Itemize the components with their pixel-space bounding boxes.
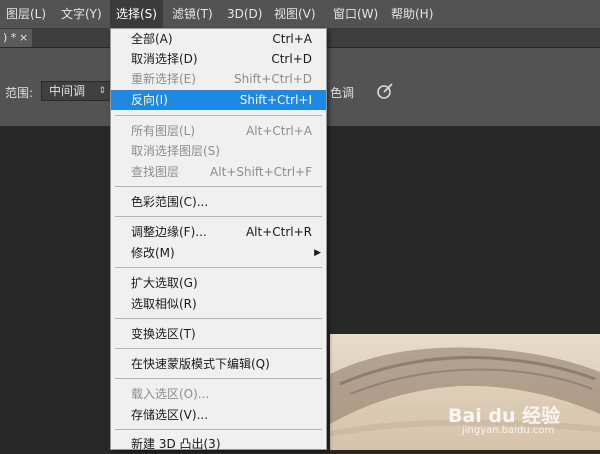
menu-item-label: 变换选区(T)	[131, 327, 196, 341]
menu-item-all-layers[interactable]: 所有图层(L) Alt+Ctrl+A	[111, 121, 326, 141]
menu-separator	[115, 348, 322, 349]
menu-item-similar[interactable]: 选取相似(R)	[111, 294, 326, 314]
menu-view[interactable]: 视图(V)	[268, 0, 322, 28]
menu-item-shortcut: Ctrl+A	[272, 32, 312, 46]
menu-item-shortcut: Shift+Ctrl+I	[239, 93, 312, 107]
menu-window[interactable]: 窗口(W)	[327, 0, 384, 28]
menu-item-label: 调整边缘(F)...	[131, 225, 207, 239]
menu-item-inverse[interactable]: 反向(I) Shift+Ctrl+I	[111, 90, 326, 110]
menu-separator	[115, 216, 322, 217]
menu-item-deselect-layers[interactable]: 取消选择图层(S)	[111, 141, 326, 161]
menu-bar: 图层(L) 文字(Y) 选择(S) 滤镜(T) 3D(D) 视图(V) 窗口(W…	[0, 0, 600, 29]
watermark-url: jingyan.baidu.com	[462, 425, 555, 436]
options-tail-text: 色调	[330, 86, 355, 100]
submenu-arrow-icon: ▶	[314, 248, 321, 258]
menu-item-shortcut: Ctrl+D	[271, 52, 312, 66]
close-icon[interactable]: ×	[19, 29, 28, 47]
menu-item-label: 存储选区(V)...	[131, 408, 209, 422]
menu-item-label: 查找图层	[131, 165, 180, 179]
menu-help[interactable]: 帮助(H)	[385, 0, 439, 28]
brush-pressure-icon[interactable]	[375, 81, 395, 101]
menu-item-label: 反向(I)	[131, 93, 168, 107]
menu-separator	[115, 115, 322, 116]
menu-item-deselect[interactable]: 取消选择(D) Ctrl+D	[111, 49, 326, 69]
menu-item-find-layers[interactable]: 查找图层 Alt+Shift+Ctrl+F	[111, 162, 326, 182]
menu-separator	[115, 429, 322, 430]
menu-item-modify[interactable]: 修改(M) ▶	[111, 243, 326, 263]
watermark-logo: Bai du 经验	[448, 405, 561, 427]
menu-item-label: 载入选区(O)...	[131, 387, 210, 401]
menu-item-label: 扩大选取(G)	[131, 276, 198, 290]
menu-item-label: 在快速蒙版模式下编辑(Q)	[131, 357, 270, 371]
menu-item-label: 全部(A)	[131, 32, 173, 46]
menu-3d[interactable]: 3D(D)	[221, 0, 268, 28]
select-arrows-icon: ⇕	[98, 86, 106, 96]
menu-select[interactable]: 选择(S)	[110, 0, 163, 28]
menu-layer[interactable]: 图层(L)	[0, 0, 52, 28]
menu-item-color-range[interactable]: 色彩范围(C)...	[111, 192, 326, 212]
range-value: 中间调	[49, 84, 86, 98]
select-menu-dropdown: 全部(A) Ctrl+A 取消选择(D) Ctrl+D 重新选择(E) Shif…	[110, 28, 327, 451]
menu-item-label: 重新选择(E)	[131, 72, 196, 86]
range-select[interactable]: 中间调 ⇕	[41, 81, 111, 101]
menu-item-shortcut: Shift+Ctrl+D	[234, 72, 312, 86]
menu-item-shortcut: Alt+Ctrl+A	[246, 124, 312, 138]
range-label: 范围:	[5, 86, 34, 100]
menu-item-load-selection[interactable]: 载入选区(O)...	[111, 384, 326, 404]
menu-item-transform-selection[interactable]: 变换选区(T)	[111, 324, 326, 344]
menu-item-refine-edge[interactable]: 调整边缘(F)... Alt+Ctrl+R	[111, 222, 326, 242]
menu-item-new-3d-extrusion[interactable]: 新建 3D 凸出(3)	[111, 434, 326, 454]
menu-item-label: 取消选择(D)	[131, 52, 198, 66]
menu-separator	[115, 378, 322, 379]
menu-item-quick-mask[interactable]: 在快速蒙版模式下编辑(Q)	[111, 354, 326, 374]
menu-item-label: 色彩范围(C)...	[131, 195, 209, 209]
menu-item-label: 所有图层(L)	[131, 124, 196, 138]
document-tab-label: ) *	[3, 31, 17, 44]
menu-separator	[115, 267, 322, 268]
menu-item-label: 取消选择图层(S)	[131, 144, 220, 158]
menu-item-shortcut: Alt+Ctrl+R	[245, 225, 312, 239]
menu-item-grow[interactable]: 扩大选取(G)	[111, 273, 326, 293]
menu-separator	[115, 318, 322, 319]
menu-item-save-selection[interactable]: 存储选区(V)...	[111, 405, 326, 425]
menu-item-label: 新建 3D 凸出(3)	[131, 437, 221, 451]
document-tab[interactable]: ) * ×	[0, 29, 32, 47]
menu-type[interactable]: 文字(Y)	[55, 0, 108, 28]
menu-separator	[115, 186, 322, 187]
menu-item-label: 选取相似(R)	[131, 297, 197, 311]
menu-item-all[interactable]: 全部(A) Ctrl+A	[111, 29, 326, 49]
menu-item-reselect[interactable]: 重新选择(E) Shift+Ctrl+D	[111, 69, 326, 89]
menu-item-label: 修改(M)	[131, 246, 175, 260]
menu-filter[interactable]: 滤镜(T)	[166, 0, 219, 28]
menu-item-shortcut: Alt+Shift+Ctrl+F	[210, 165, 312, 179]
